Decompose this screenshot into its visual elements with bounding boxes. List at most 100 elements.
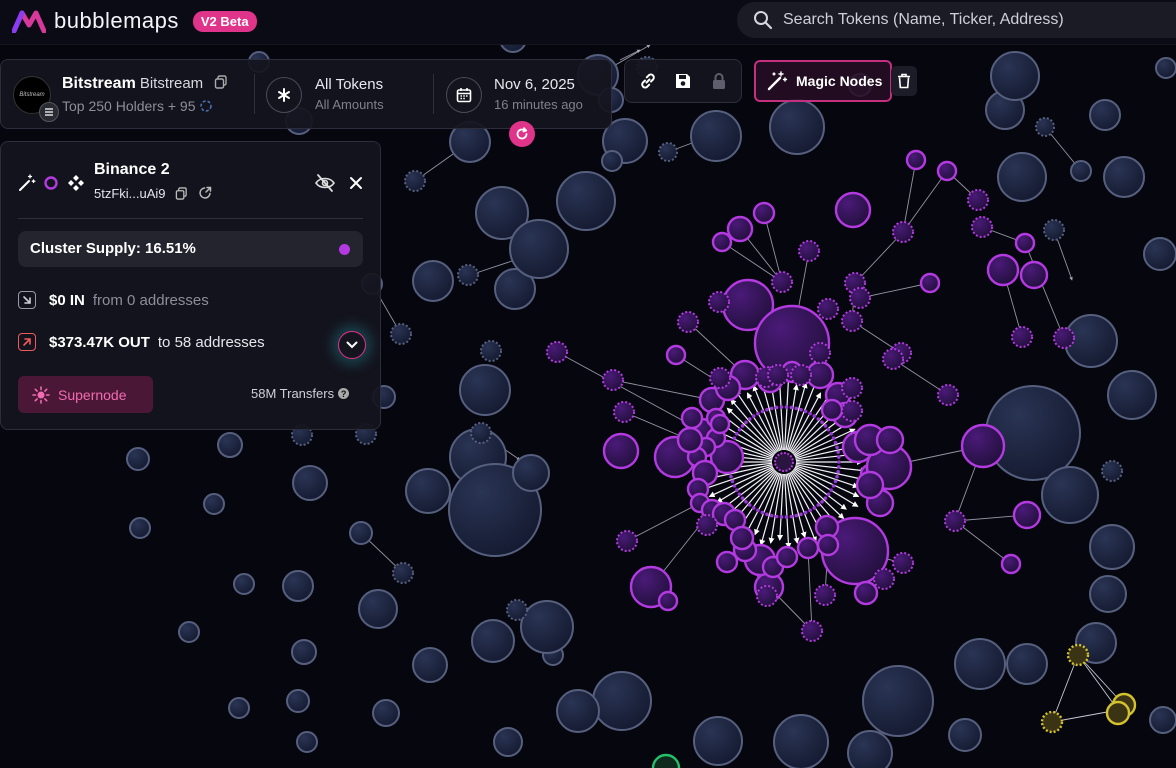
cluster-bubble[interactable] xyxy=(665,344,687,366)
cluster-bubble[interactable] xyxy=(855,470,885,500)
holder-bubble[interactable] xyxy=(296,731,318,753)
cluster-bubble[interactable] xyxy=(715,550,739,574)
clear-magic-nodes-button[interactable] xyxy=(891,66,917,96)
holder-bubble[interactable] xyxy=(459,364,511,416)
inflow-row[interactable]: $0 IN from 0 addresses xyxy=(18,288,209,312)
close-icon[interactable] xyxy=(349,176,363,190)
holder-bubble[interactable] xyxy=(282,570,314,602)
cluster-bubble[interactable] xyxy=(986,253,1020,287)
cluster-contract-bubble[interactable] xyxy=(841,310,863,332)
selected-hub-bubble[interactable] xyxy=(774,452,794,472)
cluster-contract-bubble[interactable] xyxy=(801,620,823,642)
contract-bubble[interactable] xyxy=(1035,117,1055,137)
cluster-contract-bubble[interactable] xyxy=(882,348,904,370)
cluster-contract-bubble[interactable] xyxy=(696,514,718,536)
holder-bubble[interactable] xyxy=(349,521,373,545)
holder-bubble[interactable] xyxy=(217,432,243,458)
cluster-contract-bubble[interactable] xyxy=(798,240,820,262)
cluster-contract-bubble[interactable] xyxy=(892,552,914,574)
contract-bubble[interactable] xyxy=(1101,460,1123,482)
holder-bubble[interactable] xyxy=(291,639,317,665)
search-input[interactable]: Search Tokens (Name, Ticker, Address) xyxy=(737,2,1176,38)
cluster-contract-bubble[interactable] xyxy=(790,364,812,386)
cluster-contract-bubble[interactable] xyxy=(613,401,635,423)
holder-bubble[interactable] xyxy=(1107,370,1157,420)
contract-bubble[interactable] xyxy=(506,599,528,621)
holder-bubble[interactable] xyxy=(847,730,893,768)
cluster-bubble[interactable] xyxy=(657,590,679,612)
share-link-button[interactable] xyxy=(636,69,660,93)
holder-bubble[interactable] xyxy=(412,260,454,302)
cluster-bubble[interactable] xyxy=(1105,700,1131,726)
magic-nodes-button[interactable]: Magic Nodes xyxy=(754,60,892,102)
cluster-bubble[interactable] xyxy=(1000,553,1022,575)
holder-bubble[interactable] xyxy=(412,647,448,683)
holder-bubble[interactable] xyxy=(556,689,600,733)
contract-bubble[interactable] xyxy=(390,323,412,345)
cluster-bubble[interactable] xyxy=(816,533,840,557)
refresh-button[interactable] xyxy=(509,121,535,147)
node-color-icon[interactable] xyxy=(43,175,59,191)
cluster-contract-bubble[interactable] xyxy=(1053,327,1075,349)
cluster-bubble[interactable] xyxy=(1040,710,1064,734)
cluster-bubble[interactable] xyxy=(853,580,879,606)
holder-bubble[interactable] xyxy=(520,600,574,654)
holder-bubble[interactable] xyxy=(405,468,451,514)
contract-bubble[interactable] xyxy=(470,422,492,444)
magic-wand-icon[interactable] xyxy=(18,174,36,192)
contract-bubble[interactable] xyxy=(1043,219,1065,241)
cluster-bubble[interactable] xyxy=(936,160,958,182)
holder-bubble[interactable] xyxy=(509,219,569,279)
cluster-bubble[interactable] xyxy=(752,201,776,225)
supernode-button[interactable]: Supernode xyxy=(18,376,153,413)
cluster-bubble[interactable] xyxy=(905,149,927,171)
cluster-bubble[interactable] xyxy=(1066,643,1090,667)
holder-bubble[interactable] xyxy=(233,573,255,595)
holder-bubble[interactable] xyxy=(769,99,825,155)
cluster-contract-bubble[interactable] xyxy=(967,189,989,211)
holder-bubble[interactable] xyxy=(203,493,225,515)
cluster-contract-bubble[interactable] xyxy=(602,369,624,391)
cluster-contract-bubble[interactable] xyxy=(616,530,638,552)
holder-bubble[interactable] xyxy=(471,619,515,663)
holder-bubble[interactable] xyxy=(990,51,1040,101)
external-link-icon[interactable] xyxy=(198,186,212,200)
cluster-bubble[interactable] xyxy=(775,545,799,569)
contract-bubble[interactable] xyxy=(457,264,479,286)
holder-bubble[interactable] xyxy=(228,697,250,719)
holder-bubble[interactable] xyxy=(1155,57,1176,79)
cluster-bubble[interactable] xyxy=(919,272,941,294)
cluster-contract-bubble[interactable] xyxy=(841,377,863,399)
lock-button[interactable] xyxy=(707,69,731,93)
holder-bubble[interactable] xyxy=(1070,160,1092,182)
holder-bubble[interactable] xyxy=(1089,524,1135,570)
holder-bubble[interactable] xyxy=(948,718,982,752)
holders-selector[interactable]: Top 250 Holders + 95 xyxy=(62,98,213,114)
holder-bubble[interactable] xyxy=(1149,706,1176,734)
contract-bubble[interactable] xyxy=(392,562,414,584)
cluster-bubble[interactable] xyxy=(960,423,1006,469)
cluster-contract-bubble[interactable] xyxy=(937,384,959,406)
cluster-bubble[interactable] xyxy=(1012,500,1042,530)
cluster-contract-bubble[interactable] xyxy=(892,221,914,243)
contract-bubble[interactable] xyxy=(480,340,502,362)
holder-bubble[interactable] xyxy=(178,621,200,643)
holder-bubble[interactable] xyxy=(601,150,623,172)
cluster-contract-bubble[interactable] xyxy=(809,342,831,364)
cluster-contract-bubble[interactable] xyxy=(709,367,731,389)
cluster-contract-bubble[interactable] xyxy=(1011,326,1033,348)
holder-bubble[interactable] xyxy=(129,517,151,539)
holder-bubble[interactable] xyxy=(493,727,523,757)
holder-bubble[interactable] xyxy=(954,638,1006,690)
cluster-contract-bubble[interactable] xyxy=(971,216,993,238)
date-picker-button[interactable] xyxy=(446,77,482,113)
cluster-contract-bubble[interactable] xyxy=(677,311,699,333)
cluster-bubble[interactable] xyxy=(676,426,704,454)
cluster-contract-bubble[interactable] xyxy=(771,271,793,293)
cluster-bubble[interactable] xyxy=(1019,260,1049,290)
cluster-contract-bubble[interactable] xyxy=(841,400,863,422)
copy-icon[interactable] xyxy=(214,75,228,89)
contract-bubble[interactable] xyxy=(404,170,426,192)
holder-bubble[interactable] xyxy=(1143,237,1176,271)
cluster-contract-bubble[interactable] xyxy=(944,510,966,532)
